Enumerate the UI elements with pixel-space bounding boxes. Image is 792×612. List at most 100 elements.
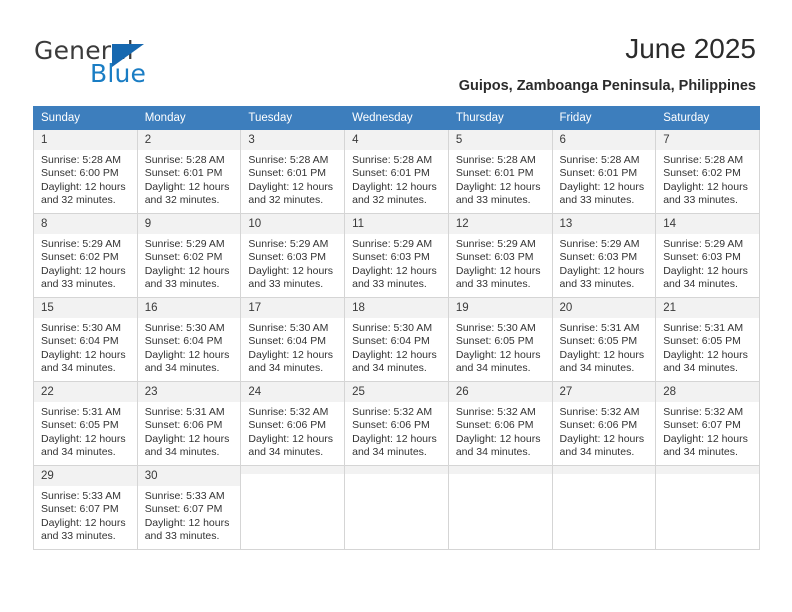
daylight-duration-line2: and 32 minutes. [248,194,324,207]
calendar-day-cell[interactable]: 12 Sunrise: 5:29 AM Sunset: 6:03 PM Dayligh… [447,213,553,298]
sunset-time: Sunset: 6:01 PM [144,167,223,180]
calendar-day-cell[interactable]: 8 Sunrise: 5:29 AM Sunset: 6:02 PM Daylight… [33,213,138,298]
daylight-duration-line2: and 33 minutes. [455,194,531,207]
page-header: General Blue June 2025 Guipos, Zamboanga… [0,0,792,100]
day-sun-info: Sunrise: 5:28 AM Sunset: 6:01 PM Daylight:… [449,150,552,208]
calendar-day-cell[interactable]: 19 Sunrise: 5:30 AM Sunset: 6:05 PM Dayligh… [447,297,553,382]
day-number: 4 [345,130,448,150]
sunset-time: Sunset: 6:04 PM [144,335,223,348]
calendar-day-cell[interactable]: 10 Sunrise: 5:29 AM Sunset: 6:03 PM Dayligh… [240,213,346,298]
daylight-duration-line2: and 34 minutes. [352,362,427,375]
day-sun-info: Sunrise: 5:28 AM Sunset: 6:01 PM Daylight:… [138,150,241,208]
calendar-page: General Blue June 2025 Guipos, Zamboanga… [0,0,792,612]
day-sun-info [656,474,759,478]
calendar-day-cell[interactable]: 16 Sunrise: 5:30 AM Sunset: 6:04 PM Dayligh… [136,297,242,382]
calendar-day-cell[interactable]: 22 Sunrise: 5:31 AM Sunset: 6:05 PM Dayligh… [33,381,138,466]
calendar-day-cell[interactable]: 27 Sunrise: 5:32 AM Sunset: 6:06 PM Dayligh… [551,381,657,466]
sunset-time: Sunset: 6:02 PM [663,167,741,180]
daylight-duration-line2: and 34 minutes. [559,446,635,459]
sunset-time: Sunset: 6:06 PM [144,419,223,432]
daylight-duration-line2: and 33 minutes. [41,278,116,291]
sunrise-time: Sunrise: 5:32 AM [455,406,536,418]
day-number: 11 [345,214,448,234]
calendar-day-cell[interactable]: 3 Sunrise: 5:28 AM Sunset: 6:01 PM Daylight… [240,129,346,214]
sunset-time: Sunset: 6:01 PM [352,167,430,180]
sunset-time: Sunset: 6:05 PM [41,419,119,432]
day-sun-info: Sunrise: 5:30 AM Sunset: 6:04 PM Daylight:… [34,318,137,376]
sunrise-time: Sunrise: 5:28 AM [248,154,329,166]
day-sun-info: Sunrise: 5:33 AM Sunset: 6:07 PM Daylight:… [138,486,241,544]
calendar-day-cell[interactable]: 5 Sunrise: 5:28 AM Sunset: 6:01 PM Daylight… [447,129,553,214]
calendar-day-cell[interactable]: 2 Sunrise: 5:28 AM Sunset: 6:01 PM Daylight… [136,129,242,214]
calendar-day-cell-empty [240,465,346,550]
day-number: 17 [241,298,345,318]
day-number: 19 [448,298,552,318]
calendar-day-cell[interactable]: 13 Sunrise: 5:29 AM Sunset: 6:03 PM Dayligh… [551,213,657,298]
day-sun-info: Sunrise: 5:29 AM Sunset: 6:03 PM Daylight:… [345,234,448,292]
calendar-day-cell[interactable]: 23 Sunrise: 5:31 AM Sunset: 6:06 PM Dayligh… [136,381,242,466]
calendar-day-cell[interactable]: 15 Sunrise: 5:30 AM Sunset: 6:04 PM Dayligh… [33,297,138,382]
sunset-time: Sunset: 6:06 PM [455,419,534,432]
day-sun-info: Sunrise: 5:28 AM Sunset: 6:00 PM Daylight:… [34,150,137,208]
calendar-day-cell[interactable]: 7 Sunrise: 5:28 AM Sunset: 6:02 PM Daylight… [655,129,760,214]
daylight-duration-line1: Daylight: 12 hours [144,180,230,193]
calendar-day-cell[interactable]: 14 Sunrise: 5:29 AM Sunset: 6:03 PM Dayligh… [655,213,760,298]
daylight-duration-line1: Daylight: 12 hours [352,264,437,277]
calendar-day-cell-empty [447,465,553,550]
day-number: 7 [656,130,759,150]
day-number: 3 [241,130,345,150]
day-sun-info [345,474,448,478]
day-sun-info: Sunrise: 5:31 AM Sunset: 6:06 PM Daylight:… [138,402,241,460]
sunrise-time: Sunrise: 5:29 AM [559,238,640,250]
sunrise-time: Sunrise: 5:31 AM [144,406,225,418]
sunrise-time: Sunrise: 5:28 AM [663,154,744,166]
generalblue-logo[interactable]: General Blue [34,36,224,88]
calendar-day-cell[interactable]: 20 Sunrise: 5:31 AM Sunset: 6:05 PM Dayligh… [551,297,657,382]
calendar-day-cell-empty [551,465,657,550]
calendar-day-cell[interactable]: 18 Sunrise: 5:30 AM Sunset: 6:04 PM Dayligh… [344,297,449,382]
daylight-duration-line2: and 34 minutes. [663,278,738,291]
calendar-day-cell[interactable]: 6 Sunrise: 5:28 AM Sunset: 6:01 PM Daylight… [551,129,657,214]
calendar-week-row: 8 Sunrise: 5:29 AM Sunset: 6:02 PM Daylight… [33,213,760,298]
daylight-duration-line2: and 34 minutes. [559,362,635,375]
calendar-day-cell[interactable]: 24 Sunrise: 5:32 AM Sunset: 6:06 PM Dayligh… [240,381,346,466]
calendar-day-cell[interactable]: 26 Sunrise: 5:32 AM Sunset: 6:06 PM Dayligh… [447,381,553,466]
day-number [448,466,552,474]
daylight-duration-line2: and 34 minutes. [663,362,738,375]
calendar-day-cell[interactable]: 25 Sunrise: 5:32 AM Sunset: 6:06 PM Dayligh… [344,381,449,466]
daylight-duration-line1: Daylight: 12 hours [455,264,541,277]
sunset-time: Sunset: 6:06 PM [248,419,327,432]
calendar-day-cell[interactable]: 9 Sunrise: 5:29 AM Sunset: 6:02 PM Daylight… [136,213,242,298]
day-sun-info: Sunrise: 5:29 AM Sunset: 6:02 PM Daylight:… [34,234,137,292]
calendar-day-cell[interactable]: 1 Sunrise: 5:28 AM Sunset: 6:00 PM Daylight… [33,129,138,214]
day-number: 12 [448,214,552,234]
calendar-day-cell[interactable]: 11 Sunrise: 5:29 AM Sunset: 6:03 PM Dayligh… [344,213,449,298]
calendar-week-row: 1 Sunrise: 5:28 AM Sunset: 6:00 PM Daylight… [33,129,760,214]
sunrise-time: Sunrise: 5:31 AM [663,322,744,334]
calendar-day-cell[interactable]: 29 Sunrise: 5:33 AM Sunset: 6:07 PM Dayligh… [33,465,138,550]
sunset-time: Sunset: 6:07 PM [663,419,741,432]
calendar-day-cell[interactable]: 28 Sunrise: 5:32 AM Sunset: 6:07 PM Dayligh… [655,381,760,466]
daylight-duration-line2: and 34 minutes. [455,446,531,459]
day-number: 10 [241,214,345,234]
daylight-duration-line1: Daylight: 12 hours [144,348,230,361]
calendar-day-cell[interactable]: 4 Sunrise: 5:28 AM Sunset: 6:01 PM Daylight… [344,129,449,214]
sunset-time: Sunset: 6:01 PM [248,167,327,180]
daylight-duration-line2: and 33 minutes. [559,278,635,291]
calendar-day-cell[interactable]: 21 Sunrise: 5:31 AM Sunset: 6:05 PM Dayligh… [655,297,760,382]
daylight-duration-line1: Daylight: 12 hours [663,348,748,361]
day-sun-info: Sunrise: 5:29 AM Sunset: 6:03 PM Daylight:… [553,234,656,292]
daylight-duration-line2: and 34 minutes. [41,446,116,459]
sunrise-time: Sunrise: 5:29 AM [41,238,121,250]
weekday-header-monday: Monday [136,106,242,130]
calendar-day-cell-empty [655,465,760,550]
day-sun-info: Sunrise: 5:33 AM Sunset: 6:07 PM Daylight:… [34,486,137,544]
daylight-duration-line1: Daylight: 12 hours [663,264,748,277]
weekday-header-tuesday: Tuesday [240,106,346,130]
calendar-day-cell[interactable]: 17 Sunrise: 5:30 AM Sunset: 6:04 PM Dayligh… [240,297,346,382]
daylight-duration-line2: and 33 minutes. [352,278,427,291]
daylight-duration-line1: Daylight: 12 hours [248,432,334,445]
sunset-time: Sunset: 6:04 PM [248,335,327,348]
calendar-day-cell[interactable]: 30 Sunrise: 5:33 AM Sunset: 6:07 PM Dayligh… [136,465,242,550]
daylight-duration-line2: and 33 minutes. [248,278,324,291]
